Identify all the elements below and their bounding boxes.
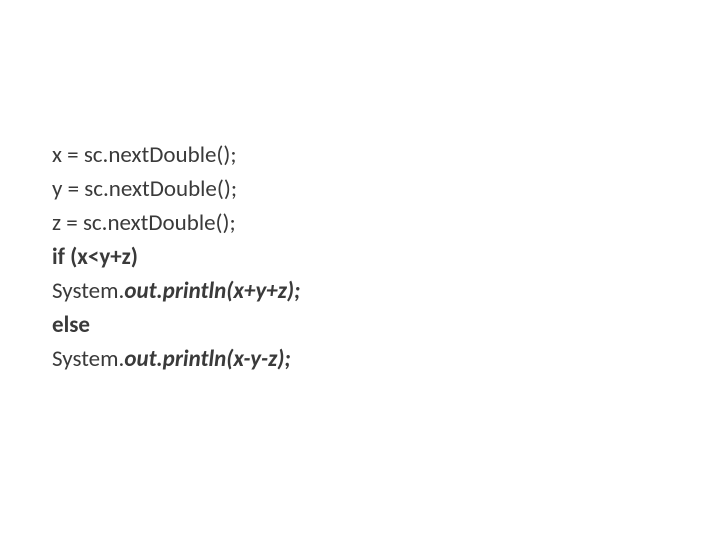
code-line-7: System.out.println(x-y-z);: [52, 342, 720, 376]
code-line-3: z = sc.nextDouble();: [52, 206, 720, 240]
code-line-7-plain: System.: [52, 345, 124, 373]
code-line-5-plain: System.: [52, 277, 124, 305]
code-line-1: x = sc.nextDouble();: [52, 138, 720, 172]
code-line-7-emph: out.println(x-y-z);: [124, 345, 290, 373]
code-line-4: if (x<y+z): [52, 240, 720, 274]
code-line-2: y = sc.nextDouble();: [52, 172, 720, 206]
code-line-5: System.out.println(x+y+z);: [52, 274, 720, 308]
code-block: x = sc.nextDouble(); y = sc.nextDouble()…: [52, 138, 720, 376]
code-line-5-emph: out.println(x+y+z);: [124, 277, 300, 305]
slide: x = sc.nextDouble(); y = sc.nextDouble()…: [0, 0, 720, 540]
code-line-6: else: [52, 308, 720, 342]
